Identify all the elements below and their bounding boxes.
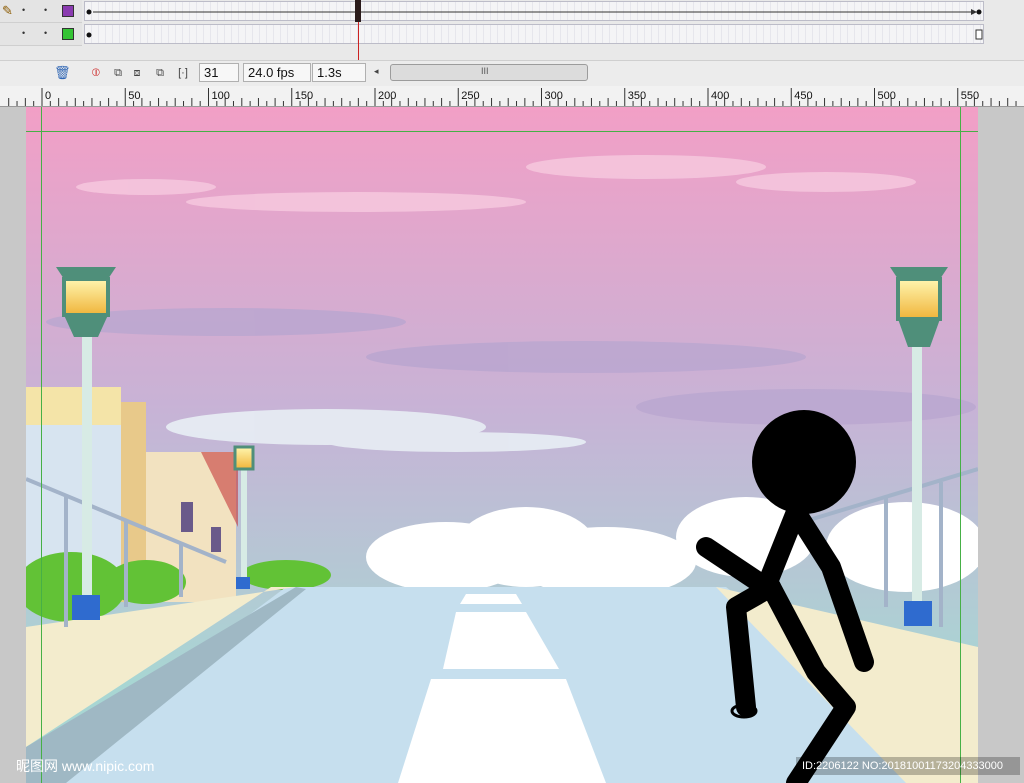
ruler-ticks: 0 50 100 150 200 250 300 350 400 450 500 550 <box>8 88 1017 106</box>
layer-2-header[interactable]: • • <box>0 23 82 46</box>
onion-skin-icon[interactable]: ⧉ <box>111 66 125 80</box>
keyframe-icon <box>86 29 983 40</box>
stage-guide-top <box>26 131 978 132</box>
lane-dash <box>460 594 522 604</box>
ruler-label: 100 <box>212 90 230 102</box>
visibility-dot-icon[interactable]: • <box>22 28 25 38</box>
ruler-label: 400 <box>711 90 729 102</box>
layer-color-swatch[interactable] <box>62 5 74 17</box>
ruler-label: 250 <box>461 90 479 102</box>
visibility-dot-icon[interactable]: • <box>22 5 25 15</box>
frame-rate-field[interactable]: 24.0 fps <box>243 63 311 82</box>
ruler-label: 150 <box>295 90 313 102</box>
scene-illustration <box>26 107 978 783</box>
ruler-label: 0 <box>45 90 51 102</box>
edit-multiple-frames-icon[interactable]: ⧉ <box>153 66 167 80</box>
stage-guide-right <box>960 107 961 783</box>
ruler-label: 350 <box>628 90 646 102</box>
lock-dot-icon[interactable]: • <box>44 28 47 38</box>
site-watermark: 昵图网 www.nipic.com <box>16 758 155 774</box>
layer-1-header[interactable]: ✎ • • <box>0 0 82 23</box>
tween-arrow-icon <box>86 9 982 15</box>
playhead-handle[interactable] <box>355 0 361 22</box>
ruler-label: 200 <box>378 90 396 102</box>
pencil-icon: ✎ <box>2 3 13 18</box>
layer-1-frames[interactable] <box>84 1 984 21</box>
playhead-line <box>358 22 359 62</box>
center-frame-icon[interactable]: ⦶ <box>89 66 103 80</box>
ruler-label: 550 <box>961 90 979 102</box>
timeline-panel: ✎ • • • • <box>0 0 1024 62</box>
horizontal-ruler: 0 50 100 150 200 250 300 350 400 450 500 550 <box>0 86 1024 107</box>
onion-outline-icon[interactable]: ⧈ <box>130 66 144 80</box>
stage-canvas[interactable] <box>26 107 978 783</box>
stage-guide-left <box>41 107 42 783</box>
scroll-grip[interactable]: III <box>481 66 489 76</box>
id-watermark: ID:2206122 NO:20181001173204333000 <box>802 760 1004 772</box>
ruler-label: 50 <box>128 90 140 102</box>
timeline-scrollbar[interactable]: III <box>390 64 588 81</box>
timeline-layer-1[interactable]: ✎ • • <box>0 0 1024 23</box>
timeline-layer-2[interactable]: • • <box>0 23 1024 46</box>
ruler-label: 300 <box>545 90 563 102</box>
current-frame-field[interactable]: 31 <box>199 63 239 82</box>
ruler-label: 500 <box>878 90 896 102</box>
scroll-left-icon[interactable]: ◂ <box>374 66 379 77</box>
layer-2-frames[interactable] <box>84 24 984 44</box>
elapsed-time-field: 1.3s <box>312 63 366 82</box>
modify-markers-icon[interactable]: [·] <box>176 66 190 80</box>
lock-dot-icon[interactable]: • <box>44 5 47 15</box>
ruler-label: 450 <box>794 90 812 102</box>
id-watermark-bg: ID:2206122 NO:20181001173204333000 <box>796 757 1020 775</box>
layer-color-swatch[interactable] <box>62 28 74 40</box>
trash-icon[interactable]: 🗑 <box>54 66 71 80</box>
